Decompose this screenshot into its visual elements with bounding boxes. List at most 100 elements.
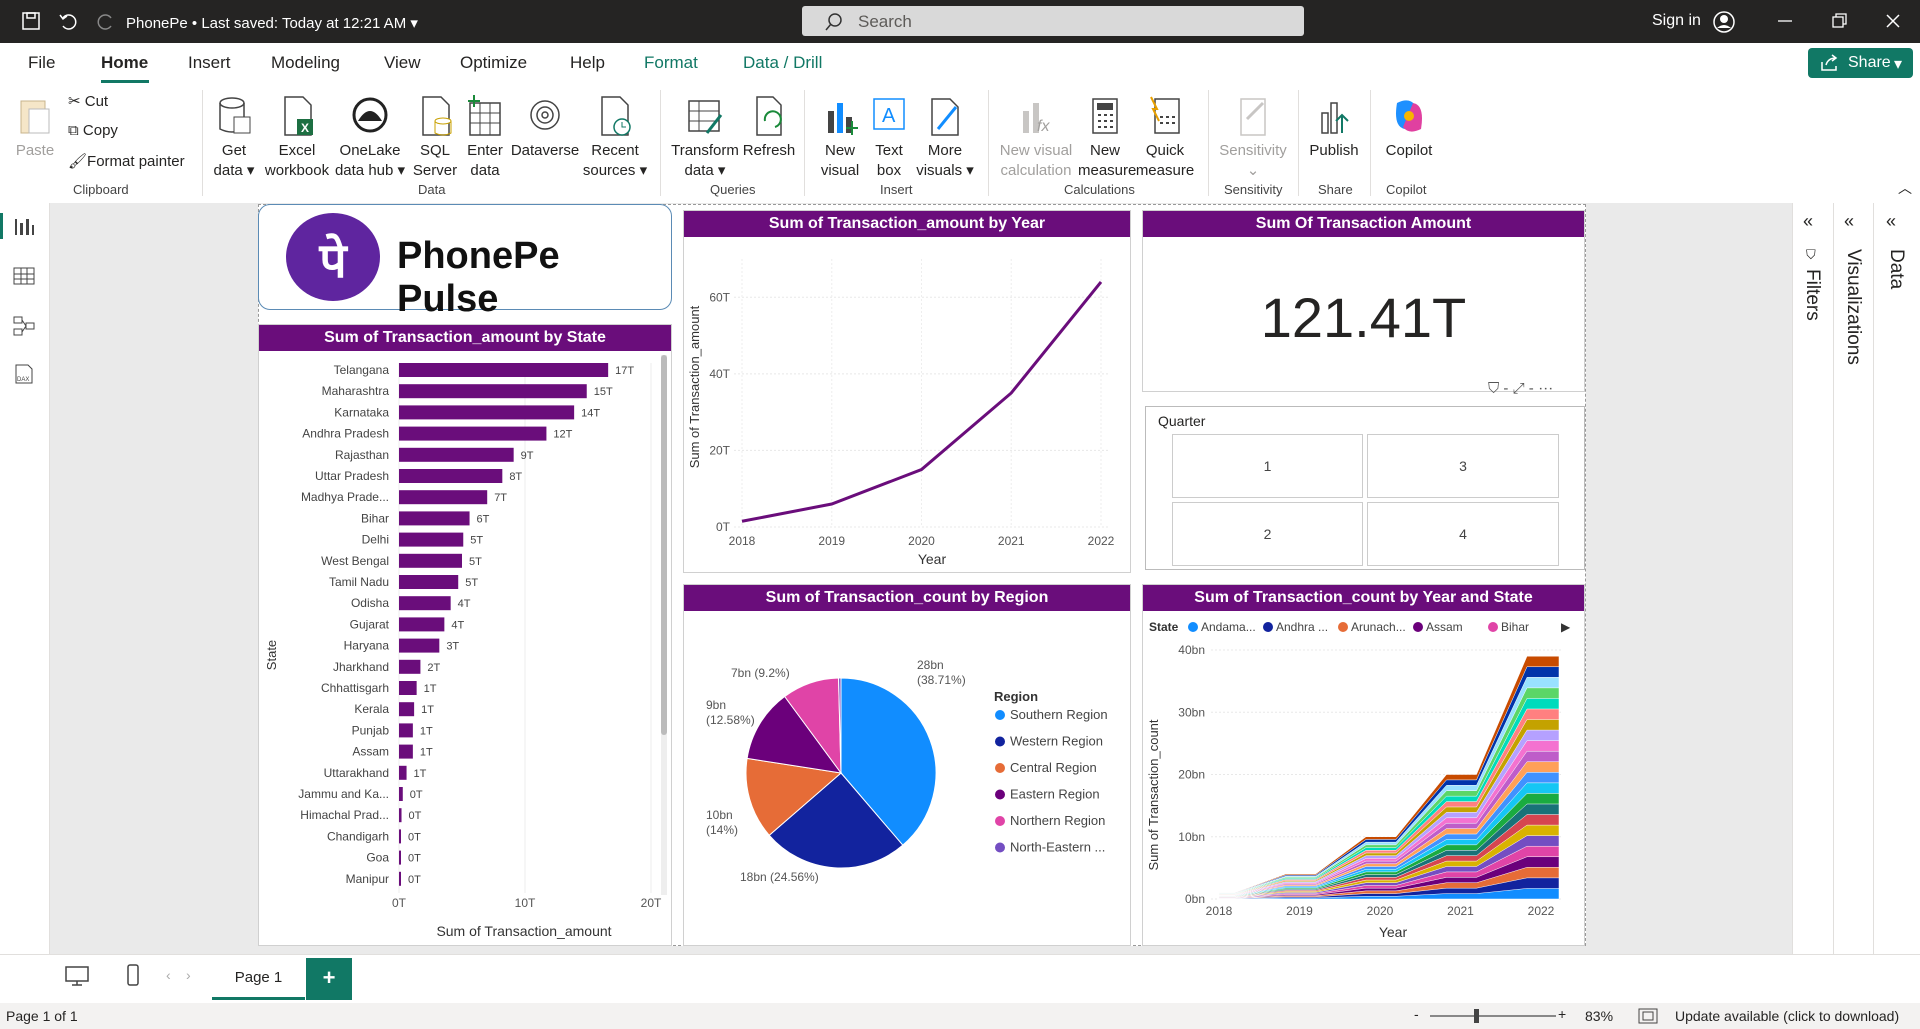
- menu-file[interactable]: File: [28, 53, 55, 73]
- slicer-item-4[interactable]: 4: [1367, 502, 1559, 566]
- expand-icon[interactable]: «: [1803, 211, 1813, 232]
- zoom-slider-thumb[interactable]: [1474, 1009, 1479, 1023]
- visualizations-pane[interactable]: « Visualizations: [1833, 203, 1873, 954]
- minimize-icon[interactable]: [1776, 12, 1794, 30]
- scrollbar-thumb[interactable]: [661, 355, 667, 735]
- menu-optimize[interactable]: Optimize: [460, 53, 527, 73]
- format-painter-button[interactable]: 🖌Format painter: [68, 152, 185, 170]
- bar: [399, 681, 417, 695]
- save-icon[interactable]: [20, 10, 42, 32]
- zoom-in-button[interactable]: +: [1558, 1006, 1566, 1022]
- menu-modeling[interactable]: Modeling: [271, 53, 340, 73]
- bar-category-label: Delhi: [362, 533, 389, 547]
- line-chart-visual[interactable]: Sum of Transaction_amount by Year Sum of…: [683, 210, 1131, 573]
- area-chart-visual[interactable]: Sum of Transaction_count by Year and Sta…: [1142, 584, 1585, 946]
- menu-insert[interactable]: Insert: [188, 53, 231, 73]
- menu-data-drill[interactable]: Data / Drill: [743, 53, 822, 73]
- fit-to-page-icon[interactable]: [1638, 1008, 1658, 1024]
- area-legend-marker: [1413, 622, 1423, 632]
- undo-icon[interactable]: [57, 10, 79, 32]
- visual-header-icons[interactable]: ⛉ - ⤢ - ⋯: [1488, 380, 1553, 397]
- sql-server-button[interactable]: SQL Server: [410, 95, 460, 181]
- model-view-icon[interactable]: [12, 315, 36, 337]
- menu-format[interactable]: Format: [644, 53, 698, 73]
- legend-next-icon[interactable]: ▶: [1561, 620, 1571, 634]
- bar: [399, 638, 440, 653]
- slicer-item-3[interactable]: 3: [1367, 434, 1559, 498]
- restore-icon[interactable]: [1830, 12, 1848, 30]
- new-measure-button[interactable]: New measure: [1078, 95, 1136, 181]
- desktop-layout-icon[interactable]: [64, 965, 90, 987]
- new-visual-calculation-button[interactable]: fx New visual calculation: [994, 95, 1078, 181]
- text-box-button[interactable]: A Text box: [866, 95, 912, 181]
- paste-button[interactable]: Paste: [14, 95, 56, 161]
- refresh-button[interactable]: Refresh: [742, 95, 796, 161]
- area-legend-marker: [1263, 622, 1273, 632]
- sign-in-button[interactable]: Sign in: [1652, 12, 1701, 30]
- dataverse-button[interactable]: Dataverse: [510, 95, 580, 161]
- zoom-out-button[interactable]: -: [1414, 1006, 1419, 1022]
- mobile-layout-icon[interactable]: [126, 963, 140, 987]
- copilot-icon: [1396, 100, 1422, 132]
- excel-workbook-button[interactable]: X Excel workbook: [262, 95, 332, 181]
- slicer-item-2[interactable]: 2: [1172, 502, 1363, 566]
- menu-home[interactable]: Home: [101, 53, 148, 73]
- add-page-button[interactable]: +: [306, 958, 352, 1000]
- data-pane[interactable]: « Data: [1873, 203, 1920, 954]
- get-data-button[interactable]: Get data ▾: [210, 95, 258, 181]
- filters-pane[interactable]: « ⛉ Filters: [1792, 203, 1833, 954]
- user-avatar-icon[interactable]: [1712, 10, 1736, 34]
- scissors-icon: ✂: [68, 93, 85, 110]
- enter-data-button[interactable]: Enter data: [462, 95, 508, 181]
- bar-category-label: Goa: [366, 851, 389, 865]
- more-options-icon[interactable]: ⋯: [1538, 380, 1553, 397]
- transform-data-button[interactable]: Transform data ▾: [668, 95, 742, 181]
- sensitivity-button[interactable]: Sensitivity ⌄: [1214, 95, 1292, 181]
- logo-visual[interactable]: पे PhonePe Pulse: [258, 204, 672, 320]
- bar: [399, 575, 459, 589]
- filter-icon[interactable]: ⛉: [1488, 380, 1499, 397]
- recent-sources-button[interactable]: Recent sources ▾: [580, 95, 650, 181]
- page-next-icon[interactable]: ›: [186, 967, 191, 983]
- table-plus-icon: [468, 95, 501, 136]
- share-button[interactable]: Share ▾: [1808, 48, 1913, 78]
- group-insert: Insert: [880, 182, 913, 197]
- bar-x-tick-label: 10T: [515, 896, 536, 910]
- table-view-icon[interactable]: [12, 265, 36, 287]
- slicer-item-1[interactable]: 1: [1172, 434, 1363, 498]
- zoom-slider[interactable]: [1430, 1009, 1556, 1023]
- onelake-button[interactable]: OneLake data hub ▾: [334, 95, 406, 181]
- svg-text:X: X: [301, 121, 309, 135]
- scrollbar[interactable]: [661, 355, 667, 895]
- bar-data-label: 6T: [477, 513, 490, 525]
- quarter-slicer[interactable]: Quarter 1 3 2 4: [1145, 406, 1585, 570]
- pie-chart-visual[interactable]: Sum of Transaction_count by Region Regio…: [683, 584, 1131, 946]
- card-visual[interactable]: Sum Of Transaction Amount 121.41T: [1142, 210, 1585, 392]
- copy-button[interactable]: ⧉ Copy: [68, 122, 118, 139]
- page-tab-1[interactable]: Page 1: [212, 958, 305, 1000]
- update-notice[interactable]: Update available (click to download): [1675, 1008, 1899, 1024]
- line-y-tick-label: 40T: [709, 367, 730, 381]
- copilot-button[interactable]: Copilot: [1378, 95, 1440, 161]
- menu-view[interactable]: View: [384, 53, 421, 73]
- redo-icon[interactable]: [95, 10, 117, 32]
- publish-button[interactable]: Publish: [1306, 95, 1362, 161]
- bar: [399, 511, 470, 526]
- document-title[interactable]: PhonePe • Last saved: Today at 12:21 AM …: [126, 14, 418, 32]
- close-icon[interactable]: [1884, 12, 1902, 30]
- expand-icon[interactable]: «: [1844, 211, 1854, 232]
- quick-measure-button[interactable]: Quick measure: [1134, 95, 1196, 181]
- expand-icon[interactable]: «: [1886, 211, 1896, 232]
- menu-help[interactable]: Help: [570, 53, 605, 73]
- new-visual-button[interactable]: New visual: [812, 95, 868, 181]
- bar-category-label: Chhattisgarh: [321, 681, 389, 695]
- dax-query-view-icon[interactable]: DAX: [12, 363, 36, 385]
- page-prev-icon[interactable]: ‹: [166, 967, 171, 983]
- focus-mode-icon[interactable]: ⤢: [1513, 380, 1525, 397]
- bar-chart-visual[interactable]: Sum of Transaction_amount by State State…: [258, 324, 672, 946]
- search-box[interactable]: Search: [802, 6, 1304, 36]
- cut-button[interactable]: ✂ Cut: [68, 92, 108, 110]
- report-view-icon[interactable]: [12, 215, 36, 237]
- more-visuals-button[interactable]: More visuals ▾: [914, 95, 976, 181]
- collapse-ribbon-icon[interactable]: ︿: [1898, 178, 1912, 198]
